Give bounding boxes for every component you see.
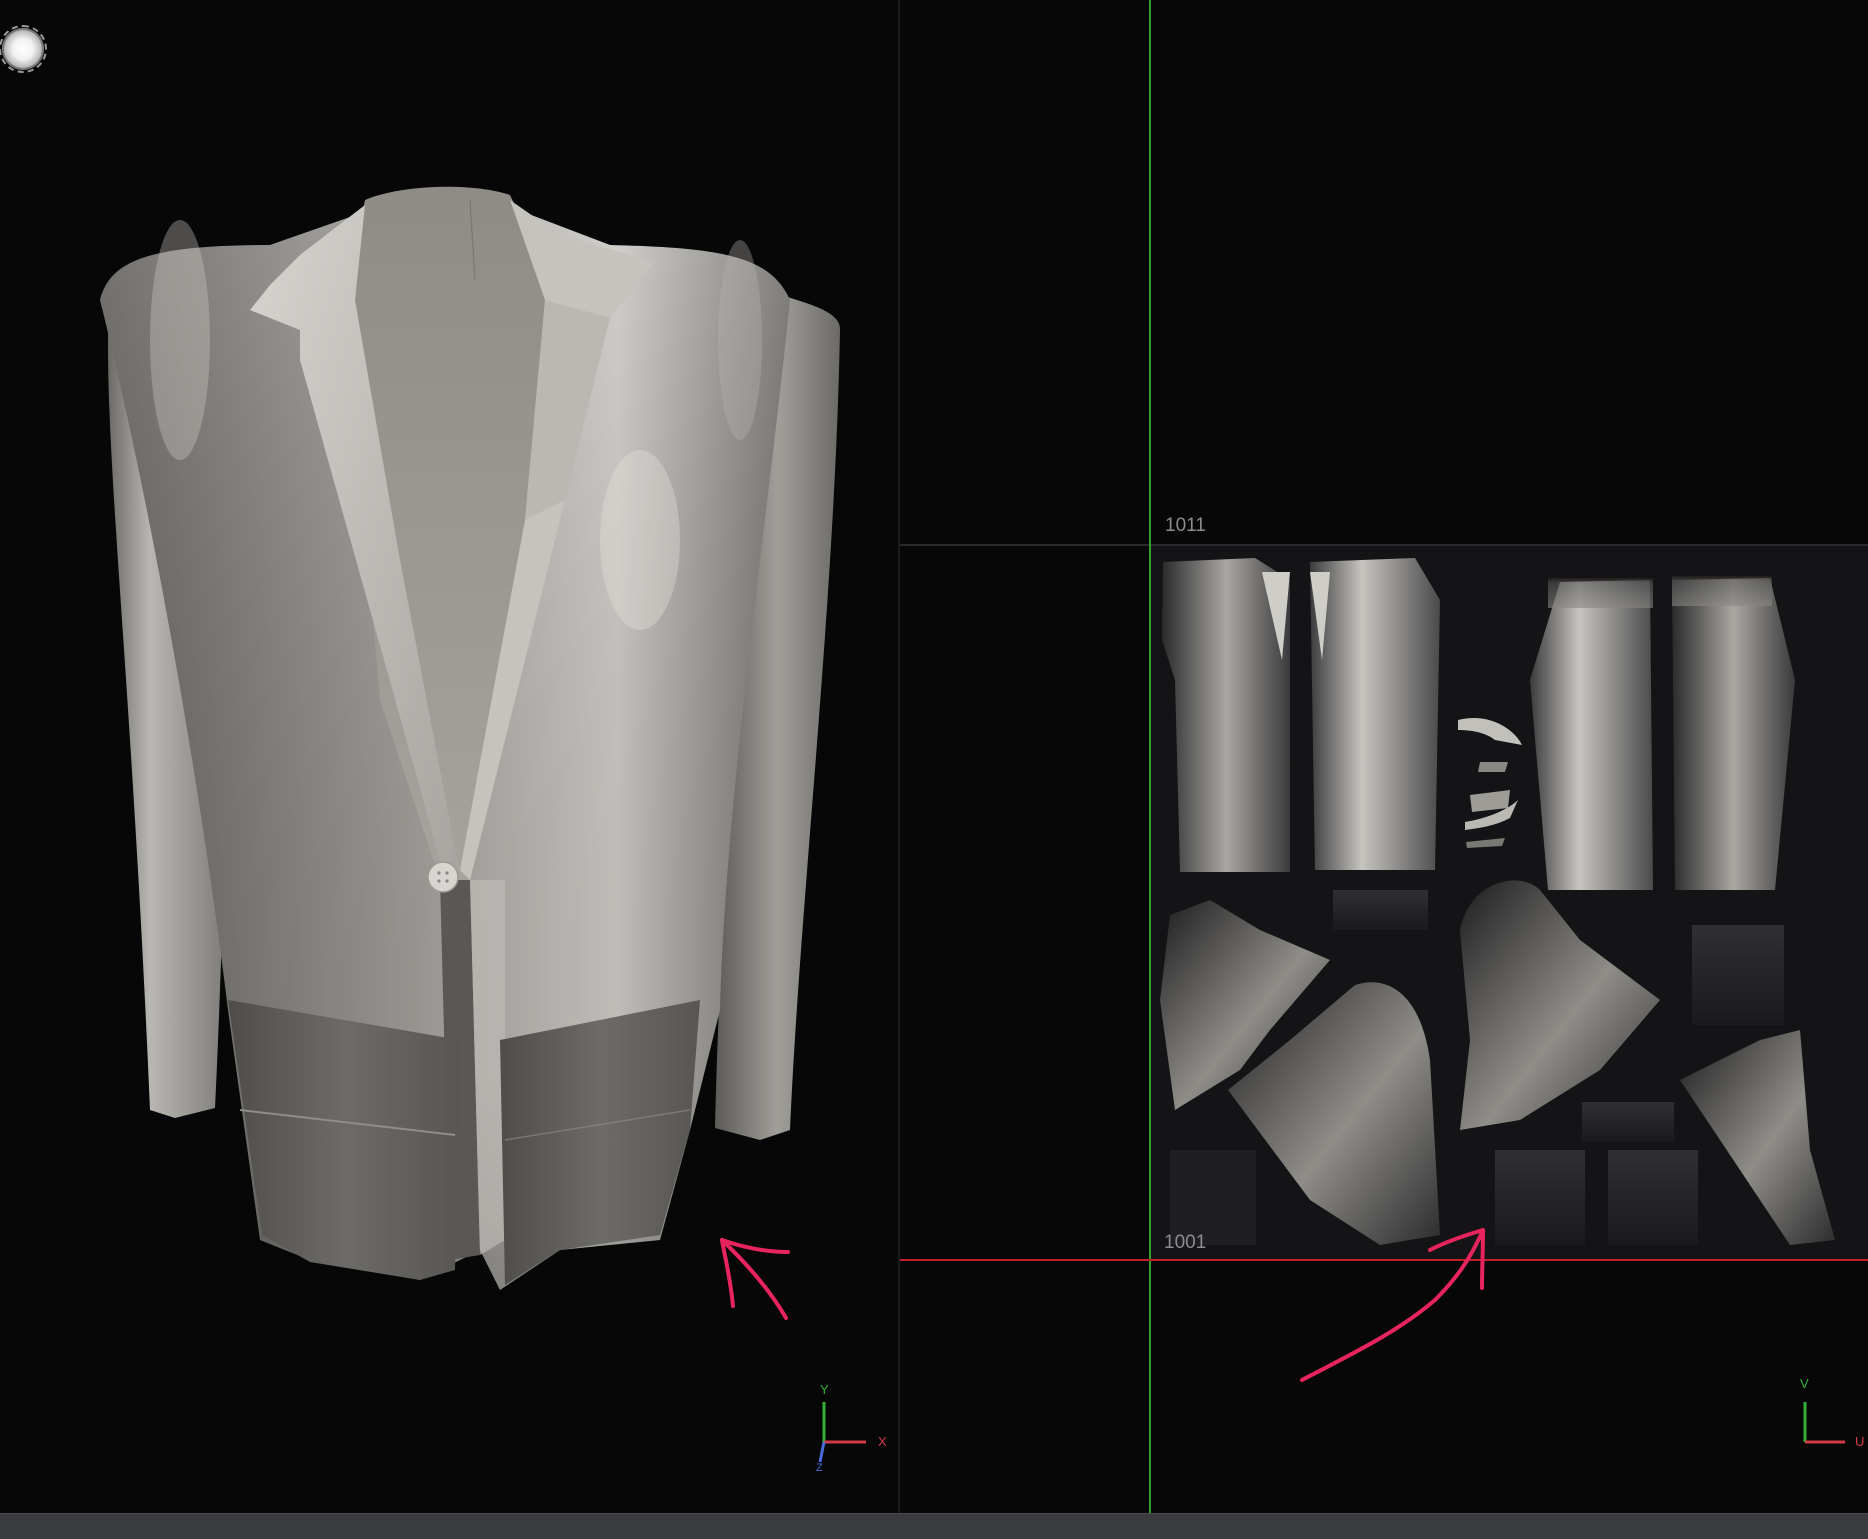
- axis-gizmo-uv: [1803, 1402, 1845, 1444]
- uv-shell-pocket-a: [1333, 890, 1428, 930]
- annotation-arrow-left: [720, 1238, 790, 1320]
- uv-shell-pocket-b: [1692, 925, 1784, 1025]
- jacket-3d-model[interactable]: [0, 0, 898, 1513]
- uv-shell-front-right: [1310, 558, 1440, 870]
- uv-shell-pocket-c: [1582, 1102, 1674, 1142]
- axis-v-label: V: [1800, 1376, 1809, 1391]
- uv-shell-pocket-d: [1170, 1150, 1256, 1245]
- axis-x-label: X: [878, 1434, 887, 1449]
- uv-shell-pocket-f: [1608, 1150, 1698, 1245]
- axis-u-label: U: [1855, 1434, 1865, 1449]
- axis-gizmo-3d: [818, 1402, 866, 1463]
- right-pocket-panel: [500, 1000, 700, 1285]
- uv-tile-label-1001: 1001: [1164, 1232, 1207, 1253]
- jacket-button: [427, 861, 459, 893]
- axis-z-label: Z: [816, 1462, 823, 1474]
- uv-shell-back-right: [1672, 578, 1795, 890]
- viewport-3d[interactable]: Y X Z: [0, 0, 898, 1513]
- uv-shell-back-left: [1530, 580, 1653, 890]
- app-window: Y X Z 1011 1001 V U: [0, 0, 1868, 1539]
- viewport-uv[interactable]: 1011 1001 V U: [900, 0, 1868, 1513]
- status-bar: [0, 1513, 1868, 1539]
- uv-canvas[interactable]: [900, 0, 1868, 1513]
- axis-y-label: Y: [820, 1382, 829, 1397]
- uv-shell-pocket-e: [1495, 1150, 1585, 1245]
- uv-tile-label-1011: 1011: [1165, 515, 1206, 536]
